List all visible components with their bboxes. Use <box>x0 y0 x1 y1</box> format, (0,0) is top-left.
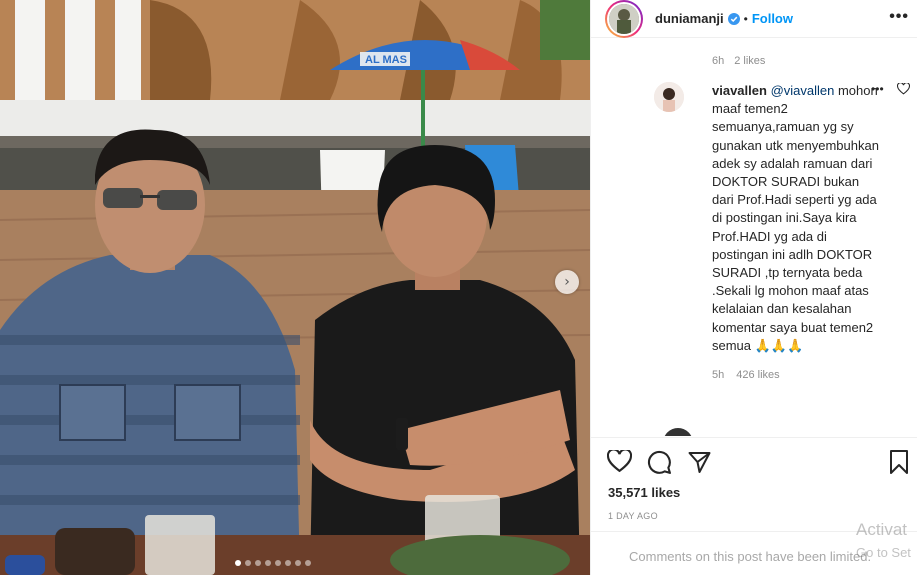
comment-body: viavallen @viavallen mohon maaf temen2 s… <box>664 82 884 355</box>
more-options-icon[interactable]: ••• <box>889 8 909 26</box>
next-photo-button[interactable]: › <box>555 270 579 294</box>
carousel-dot <box>285 560 291 566</box>
comment-time: 5h <box>712 369 725 382</box>
commenter-avatar[interactable] <box>654 82 684 112</box>
comment-text: mohon maaf temen2 semuanya,ramuan yg sy … <box>712 83 879 353</box>
carousel-dot <box>265 560 271 566</box>
header-separator: • <box>743 11 748 26</box>
previous-comment-time: 6h <box>712 55 725 67</box>
next-arrow-icon: › <box>564 274 570 290</box>
carousel-dot <box>305 560 311 566</box>
follow-button[interactable]: Follow <box>752 11 793 26</box>
author-avatar[interactable] <box>605 0 643 38</box>
post-date[interactable]: 1 DAY AGO <box>608 511 658 521</box>
comments-list[interactable]: 6h 2 likes viavallen @viavallen mohon maa… <box>591 48 917 436</box>
instagram-post: AL MAS › duniamanji • Follow ••• 6h 2 li… <box>0 0 917 575</box>
post-side-panel: duniamanji • Follow ••• 6h 2 likes viava… <box>590 0 917 575</box>
post-header: duniamanji • Follow ••• <box>591 0 917 38</box>
comment-item: viavallen @viavallen mohon maaf temen2 s… <box>654 82 911 381</box>
commenter-username[interactable]: viavallen <box>712 83 767 98</box>
bookmark-icon[interactable] <box>888 450 910 474</box>
carousel-dot <box>275 560 281 566</box>
verified-badge-icon <box>727 12 740 25</box>
carousel-dot <box>295 560 301 566</box>
previous-comment-meta: 6h 2 likes <box>712 55 765 67</box>
umbrella-text: AL MAS <box>365 54 407 66</box>
photo-illustration: AL MAS <box>0 0 590 575</box>
carousel-dot <box>235 560 241 566</box>
post-photo[interactable]: AL MAS › <box>0 0 590 575</box>
author-username[interactable]: duniamanji <box>655 11 724 26</box>
comment-like-heart-icon[interactable] <box>896 82 911 95</box>
activation-watermark: Activat <box>856 520 908 539</box>
comment-meta: 5h 426 likes <box>664 369 884 381</box>
comment-mention[interactable]: @viavallen <box>771 83 835 98</box>
likes-count[interactable]: 35,571 likes <box>608 485 680 500</box>
carousel-indicator <box>235 560 311 566</box>
carousel-dot <box>255 560 261 566</box>
comment-more-icon[interactable]: ••• <box>871 82 884 96</box>
previous-comment-likes[interactable]: 2 likes <box>734 55 765 67</box>
heart-icon[interactable] <box>607 450 632 473</box>
comment-actions: ••• <box>871 82 911 96</box>
comment-icon[interactable] <box>647 450 672 475</box>
activation-watermark-sub: Go to Set <box>856 545 911 560</box>
carousel-dot <box>245 560 251 566</box>
comment-likes[interactable]: 426 likes <box>736 369 779 381</box>
post-actions-bar <box>591 437 917 477</box>
share-icon[interactable] <box>687 450 712 474</box>
next-commenter-avatar[interactable] <box>663 428 693 436</box>
